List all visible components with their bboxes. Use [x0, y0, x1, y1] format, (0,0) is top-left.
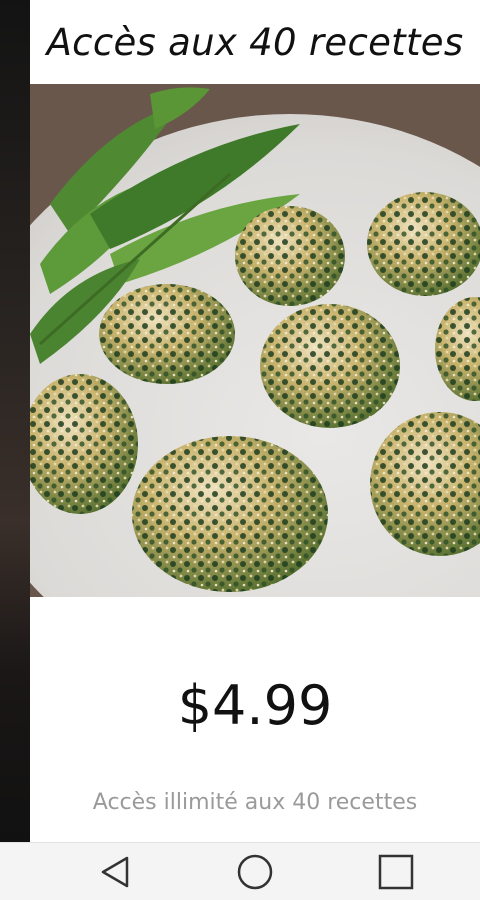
recents-button[interactable]	[366, 849, 426, 895]
purchase-screen: Accès aux 40 recettes $4.99 Accès illimi…	[0, 0, 480, 900]
system-navigation-bar	[0, 842, 480, 900]
home-circle-icon	[237, 854, 273, 890]
product-title: Accès aux 40 recettes	[46, 20, 464, 64]
product-card[interactable]: Accès aux 40 recettes $4.99 Accès illimi…	[30, 0, 480, 842]
price-label: $4.99	[177, 673, 333, 737]
background-edge	[0, 0, 30, 842]
offer-description: Accès illimité aux 40 recettes	[92, 789, 418, 815]
recents-square-icon	[378, 854, 414, 890]
recipe-photo	[30, 84, 480, 597]
back-button[interactable]	[85, 849, 145, 895]
back-triangle-icon	[101, 856, 129, 888]
home-button[interactable]	[225, 849, 285, 895]
